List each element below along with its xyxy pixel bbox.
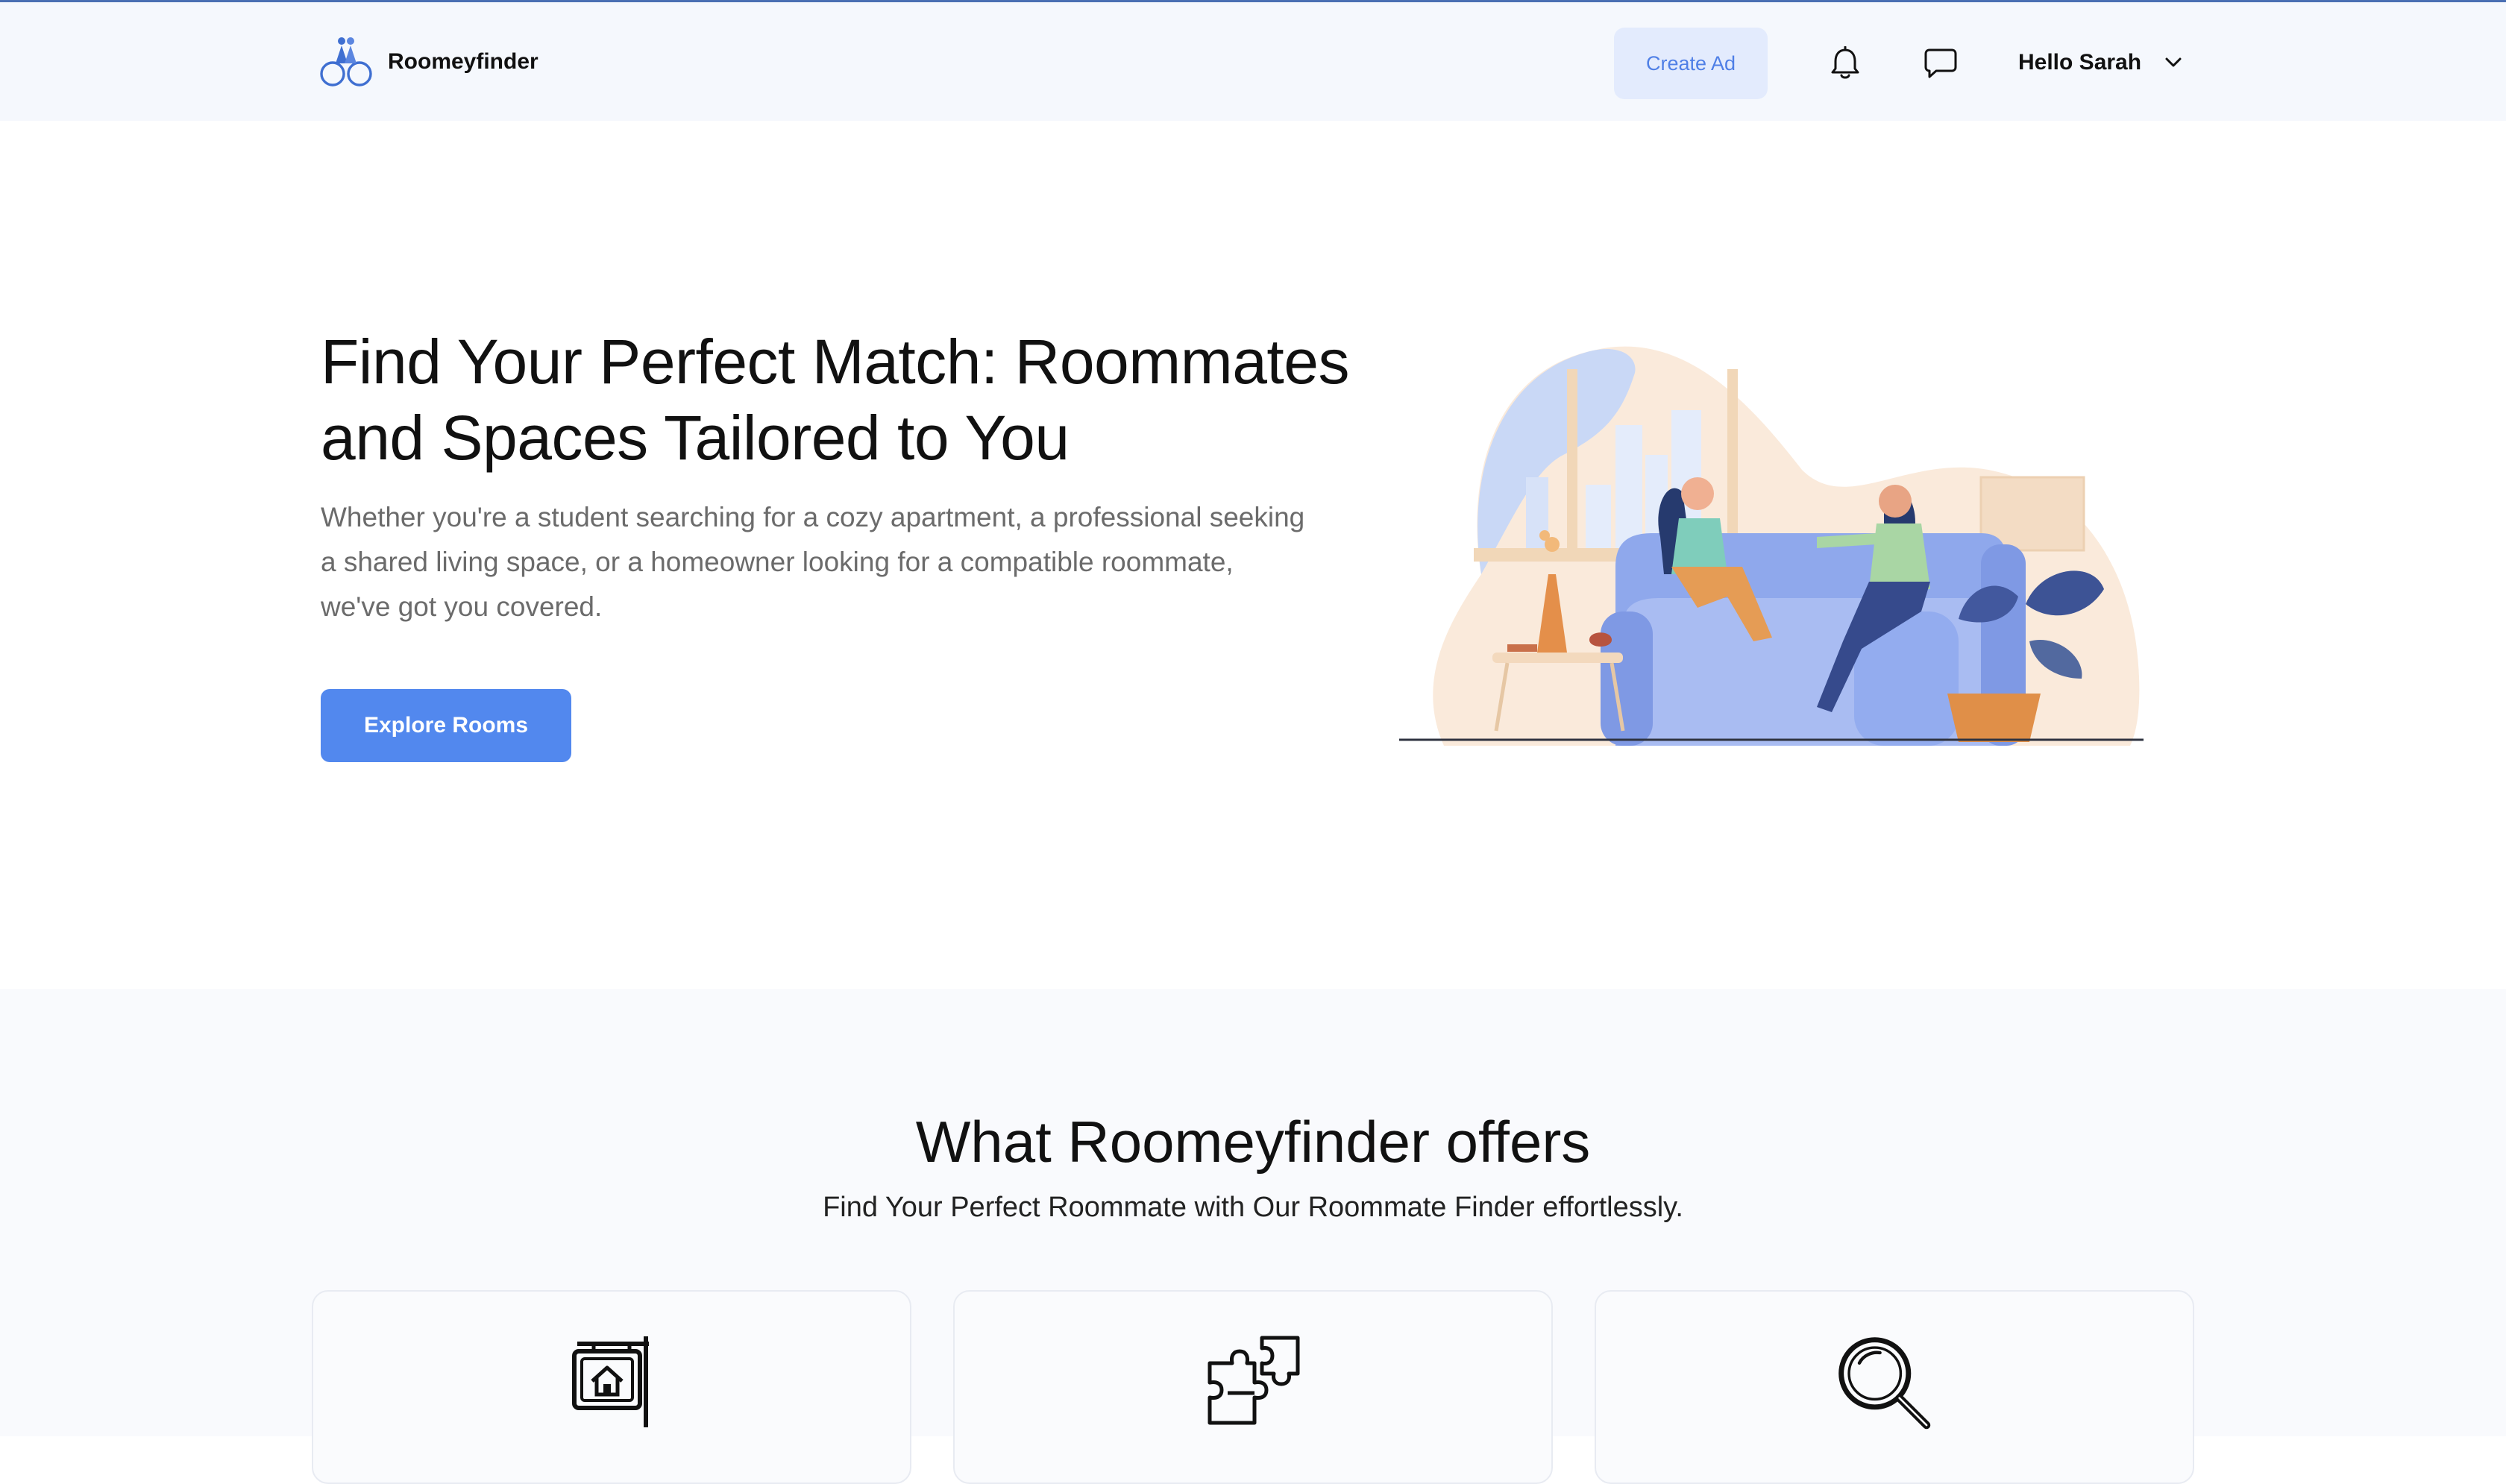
user-greeting: Hello Sarah xyxy=(2018,50,2142,75)
hero-illustration xyxy=(1399,346,2144,746)
logo-icon xyxy=(320,37,372,87)
offers-subtitle: Find Your Perfect Roommate with Our Room… xyxy=(823,1192,1683,1223)
user-menu[interactable]: Hello Sarah xyxy=(2018,44,2185,81)
chat-icon xyxy=(1924,48,1957,78)
explore-rooms-button[interactable]: Explore Rooms xyxy=(321,689,571,762)
offer-card-rooms[interactable] xyxy=(312,1290,911,1484)
house-sign-icon xyxy=(572,1336,649,1427)
hero-subtitle: Whether you're a student searching for a… xyxy=(321,502,1305,622)
offers-section: What Roomeyfinder offers Find Your Perfe… xyxy=(0,989,2506,1484)
magnifier-icon xyxy=(1838,1337,1931,1430)
puzzle-icon xyxy=(1208,1336,1300,1425)
offer-card-match[interactable] xyxy=(953,1290,1553,1484)
brand-name: Roomeyfinder xyxy=(388,49,538,74)
chevron-down-icon xyxy=(2165,57,2182,67)
brand-logo[interactable]: Roomeyfinder xyxy=(319,34,538,90)
offers-title: What Roomeyfinder offers xyxy=(915,1109,1591,1175)
top-nav: Roomeyfinder Create Ad Hello Sarah xyxy=(0,0,2506,121)
notifications-button[interactable] xyxy=(1827,45,1863,81)
create-ad-button[interactable]: Create Ad xyxy=(1614,28,1768,99)
bell-icon xyxy=(1831,46,1859,79)
messages-button[interactable] xyxy=(1923,45,1959,81)
hero-title: Find Your Perfect Match: Roommates and S… xyxy=(321,327,1349,473)
offer-card-search[interactable] xyxy=(1595,1290,2194,1484)
